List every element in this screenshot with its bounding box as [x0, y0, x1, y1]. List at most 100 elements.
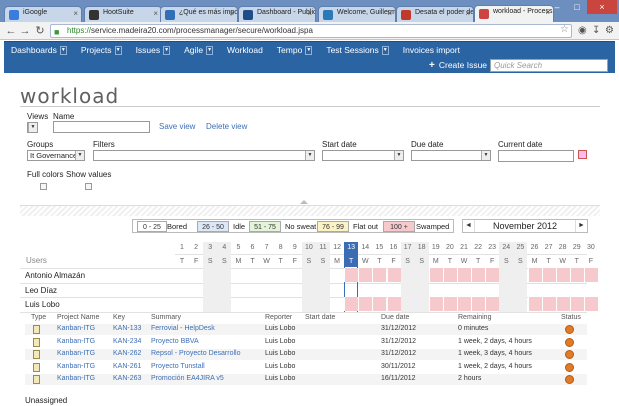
save-view-link[interactable]: Save view	[159, 122, 195, 131]
calendar-icon[interactable]	[578, 150, 587, 159]
issue-row[interactable]: Kanban-ITG KAN-261 Proyecto Tunstall Luis L…	[25, 362, 587, 373]
browser-tab[interactable]: HootSuite ×	[84, 6, 162, 22]
close-tab-icon[interactable]: ×	[229, 9, 234, 18]
workload-cell-swamped[interactable]	[583, 268, 598, 282]
issue-summary[interactable]: Proyecto BBVA	[151, 338, 199, 345]
view-name-input[interactable]	[53, 121, 150, 133]
address-bar[interactable]: ■ https://service.madeira20.com/processm…	[50, 24, 572, 38]
issue-key[interactable]: KAN-261	[113, 363, 141, 370]
show-values-checkbox[interactable]	[85, 183, 92, 190]
close-tab-icon[interactable]: ×	[465, 9, 470, 18]
workload-cell-swamped[interactable]	[569, 268, 584, 282]
workload-cell-swamped[interactable]	[442, 268, 457, 282]
download-icon[interactable]: ↧	[592, 25, 600, 36]
workload-cell-swamped[interactable]	[358, 268, 373, 282]
nav-item-agile[interactable]: Agile ▼	[177, 42, 220, 58]
collapse-arrow-icon[interactable]	[300, 200, 308, 204]
reload-icon[interactable]: ↻	[33, 24, 47, 38]
nav-item-dashboards[interactable]: Dashboards ▼	[4, 42, 74, 58]
workload-cell-swamped[interactable]	[428, 268, 443, 282]
wrench-icon[interactable]: ⚙	[605, 25, 614, 36]
user-name[interactable]: Antonio Almazán	[25, 271, 85, 280]
workload-cell-swamped[interactable]	[428, 297, 443, 311]
user-name[interactable]: Luis Lobo	[25, 300, 60, 309]
issue-key[interactable]: KAN-234	[113, 338, 141, 345]
start-date-select[interactable]: ▼	[322, 150, 404, 161]
nav-item-projects[interactable]: Projects ▼	[74, 42, 129, 58]
issue-summary[interactable]: Promoción EA4JIRA v5	[151, 375, 224, 382]
issue-project[interactable]: Kanban-ITG	[57, 338, 95, 345]
full-colors-checkbox[interactable]	[40, 183, 47, 190]
filters-select[interactable]: ▼	[93, 150, 315, 161]
workload-cell-swamped[interactable]	[471, 268, 486, 282]
browser-tab[interactable]: workload - Process ×	[474, 5, 554, 22]
chevron-down-icon[interactable]: ▼	[206, 46, 214, 55]
forward-icon[interactable]: →	[18, 24, 32, 38]
workload-cell-swamped[interactable]	[358, 297, 373, 311]
nav-item-invoices-import[interactable]: Invoices import	[396, 42, 467, 58]
workload-cell-swamped[interactable]	[527, 268, 542, 282]
chevron-down-icon[interactable]: ▼	[305, 46, 313, 55]
nav-item-workload[interactable]: Workload	[220, 42, 270, 58]
workload-cell-swamped[interactable]	[583, 297, 598, 311]
status-icon[interactable]	[565, 337, 574, 347]
workload-cell-swamped[interactable]	[372, 297, 387, 311]
chevron-down-icon[interactable]: ▼	[163, 46, 171, 55]
workload-cell-swamped[interactable]	[527, 297, 542, 311]
chevron-down-icon[interactable]: ▼	[59, 46, 67, 55]
close-window-button[interactable]: ×	[587, 0, 617, 14]
workload-cell-swamped[interactable]	[457, 297, 471, 311]
due-date-select[interactable]: ▼	[411, 150, 491, 161]
views-select[interactable]: ▼	[27, 122, 38, 133]
status-icon[interactable]	[565, 362, 574, 372]
groups-select[interactable]: It Governance ▼	[27, 150, 85, 161]
maximize-button[interactable]: □	[567, 0, 587, 14]
issue-summary[interactable]: Ferrovial - HelpDesk	[151, 325, 215, 332]
minimize-button[interactable]: –	[547, 0, 567, 14]
workload-cell-swamped[interactable]	[555, 268, 570, 282]
browser-tab[interactable]: Dashboard - Public ×	[238, 6, 316, 22]
browser-tab[interactable]: Desata el poder de ×	[396, 6, 474, 22]
chevron-down-icon[interactable]: ▼	[114, 46, 122, 55]
issue-row[interactable]: Kanban-ITG KAN-262 Repsol - Proyecto Desar…	[25, 349, 587, 360]
issue-key[interactable]: KAN-262	[113, 350, 141, 357]
workload-cell-swamped[interactable]	[569, 297, 584, 311]
issue-project[interactable]: Kanban-ITG	[57, 325, 95, 332]
status-icon[interactable]	[565, 325, 574, 334]
prev-month-button[interactable]: ◄	[463, 220, 475, 232]
workload-cell-swamped[interactable]	[471, 297, 486, 311]
workload-cell-swamped[interactable]	[344, 268, 359, 282]
browser-tab[interactable]: Welcome, Guillerm ×	[318, 6, 396, 22]
issue-project[interactable]: Kanban-ITG	[57, 350, 95, 357]
workload-cell-swamped[interactable]	[372, 268, 387, 282]
workload-cell-swamped[interactable]	[386, 268, 401, 282]
close-tab-icon[interactable]: ×	[387, 9, 392, 18]
workload-cell-swamped[interactable]	[386, 297, 401, 311]
nav-item-tempo[interactable]: Tempo ▼	[270, 42, 320, 58]
workload-cell-swamped[interactable]	[485, 268, 500, 282]
status-icon[interactable]	[565, 350, 574, 359]
workload-cell-swamped[interactable]	[541, 297, 556, 311]
user-name[interactable]: Leo Díaz	[25, 286, 57, 295]
nav-item-test-sessions[interactable]: Test Sessions ▼	[319, 42, 395, 58]
issue-key[interactable]: KAN-133	[113, 325, 141, 332]
issue-project[interactable]: Kanban-ITG	[57, 375, 95, 382]
quick-search-input[interactable]: Quick Search	[490, 59, 608, 72]
workload-cell-swamped[interactable]	[457, 268, 471, 282]
back-icon[interactable]: ←	[4, 24, 18, 38]
issue-key[interactable]: KAN-263	[113, 375, 141, 382]
workload-cell-swamped[interactable]	[442, 297, 457, 311]
workload-cell-swamped[interactable]	[541, 268, 556, 282]
nav-item-issues[interactable]: Issues ▼	[129, 42, 178, 58]
bookmark-star-icon[interactable]: ☆	[560, 24, 569, 35]
status-icon[interactable]	[565, 375, 574, 384]
create-issue-button[interactable]: + Create Issue	[429, 60, 487, 71]
close-tab-icon[interactable]: ×	[73, 9, 78, 18]
issue-row[interactable]: Kanban-ITG KAN-234 Proyecto BBVA Luis Lobo 3…	[25, 337, 587, 348]
browser-tab[interactable]: ¿Qué es más impo ×	[160, 6, 238, 22]
chevron-down-icon[interactable]: ▼	[381, 46, 389, 55]
next-month-button[interactable]: ►	[575, 220, 587, 232]
issue-project[interactable]: Kanban-ITG	[57, 363, 95, 370]
delete-view-link[interactable]: Delete view	[206, 122, 247, 131]
close-tab-icon[interactable]: ×	[307, 9, 312, 18]
